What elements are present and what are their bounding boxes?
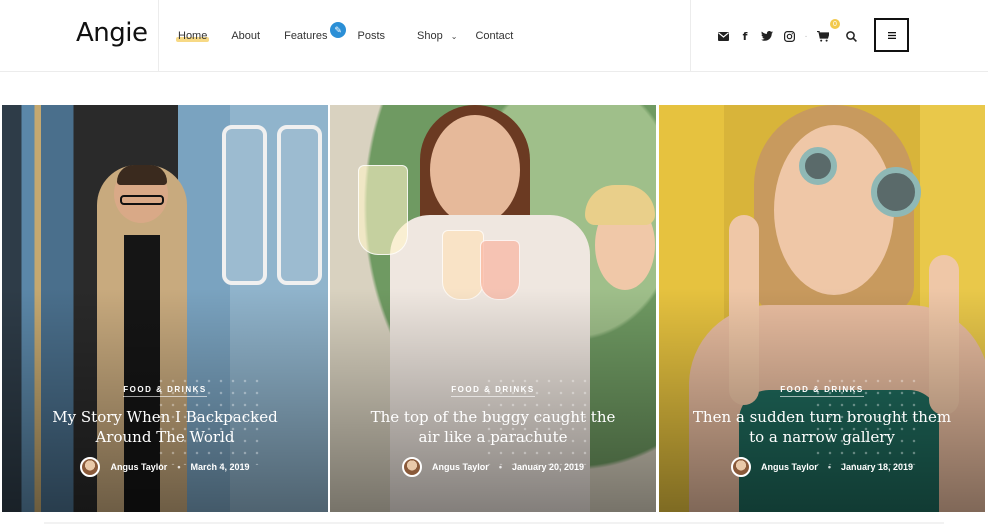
facebook-icon[interactable]: f (734, 25, 756, 47)
cart-icon[interactable]: 0 (812, 19, 840, 47)
instagram-icon[interactable] (778, 25, 800, 47)
author-avatar[interactable] (730, 457, 751, 477)
author-avatar[interactable] (80, 457, 101, 477)
nav-contact[interactable]: Contact (467, 0, 521, 72)
cart-count-badge: 0 (830, 19, 840, 29)
post-meta: Angus Taylor • January 20, 2019 (330, 457, 656, 477)
post-date: January 20, 2019 (511, 462, 585, 472)
site-logo[interactable]: Angie (76, 18, 148, 48)
hamburger-menu-icon (887, 31, 896, 39)
search-icon[interactable] (840, 25, 862, 47)
post-category[interactable]: FOOD & DRINKS (659, 385, 985, 397)
post-category[interactable]: FOOD & DRINKS (330, 385, 656, 397)
nav-features[interactable]: Features ✎ (276, 0, 347, 72)
nav-shop[interactable]: Shop ⌄ (409, 0, 465, 72)
twitter-icon[interactable] (756, 25, 778, 47)
separator-dot: • (498, 462, 502, 472)
post-meta: Angus Taylor • January 18, 2019 (659, 457, 985, 477)
separator-dot: • (177, 462, 181, 472)
post-title[interactable]: The top of the buggy caught the air like… (360, 407, 626, 447)
author-avatar[interactable] (401, 457, 422, 477)
header-divider (158, 0, 159, 72)
post-author[interactable]: Angus Taylor (432, 462, 489, 472)
post-date: March 4, 2019 (190, 462, 250, 472)
post-card[interactable]: FOOD & DRINKS My Story When I Backpacked… (2, 105, 328, 512)
post-card[interactable]: FOOD & DRINKS Then a sudden turn brought… (659, 105, 985, 512)
nav-posts[interactable]: Posts (350, 0, 394, 72)
post-date: January 18, 2019 (840, 462, 914, 472)
post-category[interactable]: FOOD & DRINKS (2, 385, 328, 397)
mail-icon[interactable] (712, 25, 734, 47)
pencil-icon: ✎ (330, 22, 347, 38)
separator-dot: · (804, 30, 808, 42)
nav-about[interactable]: About (223, 0, 268, 72)
main-nav: Home About Features ✎ Posts Shop ⌄ Conta… (170, 0, 521, 72)
post-card[interactable]: FOOD & DRINKS The top of the buggy caugh… (330, 105, 656, 512)
post-author[interactable]: Angus Taylor (761, 462, 818, 472)
separator-dot: • (827, 462, 831, 472)
post-title[interactable]: My Story When I Backpacked Around The Wo… (32, 407, 298, 447)
hamburger-menu-button[interactable] (874, 18, 909, 52)
header-divider (690, 0, 691, 72)
post-title[interactable]: Then a sudden turn brought them to a nar… (689, 407, 955, 447)
site-header: Angie Home About Features ✎ Posts Shop ⌄… (0, 0, 988, 72)
section-divider (44, 522, 944, 524)
post-meta: Angus Taylor • March 4, 2019 (2, 457, 328, 477)
header-actions: f · 0 (712, 0, 862, 72)
post-author[interactable]: Angus Taylor (110, 462, 167, 472)
nav-home[interactable]: Home (170, 0, 215, 72)
chevron-down-icon: ⌄ (450, 31, 458, 41)
